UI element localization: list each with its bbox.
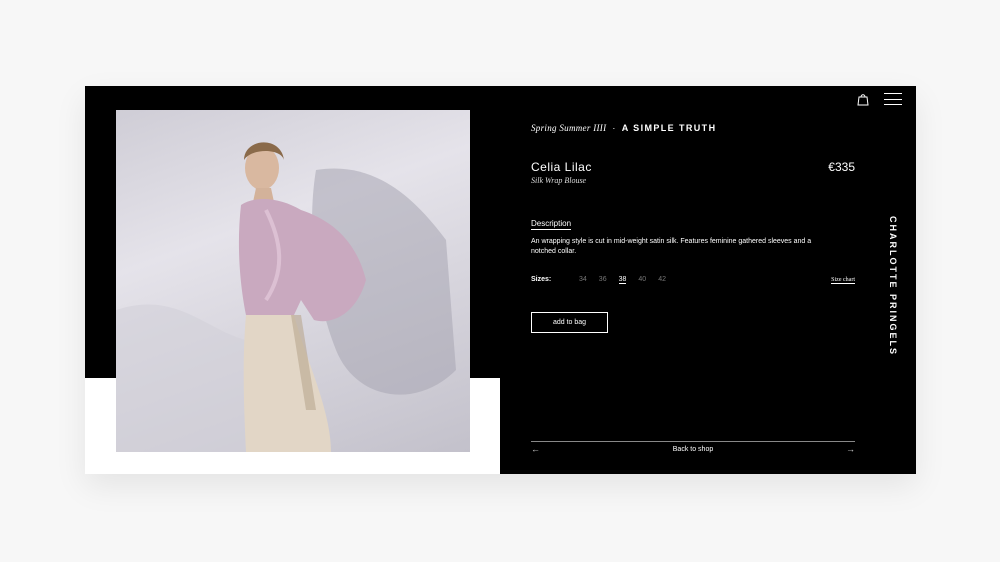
product-name: Celia Lilac (531, 160, 592, 174)
size-option-42[interactable]: 42 (658, 276, 666, 284)
description-text: An wrapping style is cut in mid-weight s… (531, 238, 812, 255)
size-option-36[interactable]: 36 (599, 276, 607, 284)
back-to-shop-link[interactable]: Back to shop (673, 446, 713, 453)
size-chart-link[interactable]: Size chart (795, 277, 855, 284)
footer-divider (531, 441, 855, 442)
collection-tagline: A SIMPLE TRUTH (621, 123, 717, 133)
shopping-bag-icon[interactable] (856, 92, 870, 106)
back-navigation: ← Back to shop → (531, 444, 855, 454)
sizes-label: Sizes: (531, 276, 552, 283)
size-chart-label[interactable]: Size chart (831, 277, 855, 284)
size-selector: 34 36 38 40 42 (579, 276, 666, 284)
top-icons (856, 92, 902, 106)
product-photo (116, 110, 470, 452)
product-card: Spring Summer IIII · A SIMPLE TRUTH Celia … (85, 86, 916, 474)
hamburger-menu-icon[interactable] (884, 93, 902, 105)
add-to-bag-button[interactable]: add to bag (531, 312, 608, 333)
model-illustration (116, 142, 456, 452)
product-price: €335 (828, 160, 855, 174)
description-tab[interactable]: Description (531, 219, 572, 230)
size-option-40[interactable]: 40 (638, 276, 646, 284)
product-subtitle: Silk Wrap Blouse (531, 176, 587, 185)
collection-separator: · (612, 123, 616, 133)
collection-season: Spring Summer IIII (531, 123, 607, 133)
arrow-left-icon[interactable]: ← (531, 444, 540, 454)
brand-name: CHARLOTTE PRINGELS (888, 215, 898, 357)
size-option-34[interactable]: 34 (579, 276, 587, 284)
arrow-right-icon[interactable]: → (846, 444, 855, 454)
size-option-38[interactable]: 38 (618, 276, 627, 284)
collection-title: Spring Summer IIII · A SIMPLE TRUTH (531, 123, 716, 133)
